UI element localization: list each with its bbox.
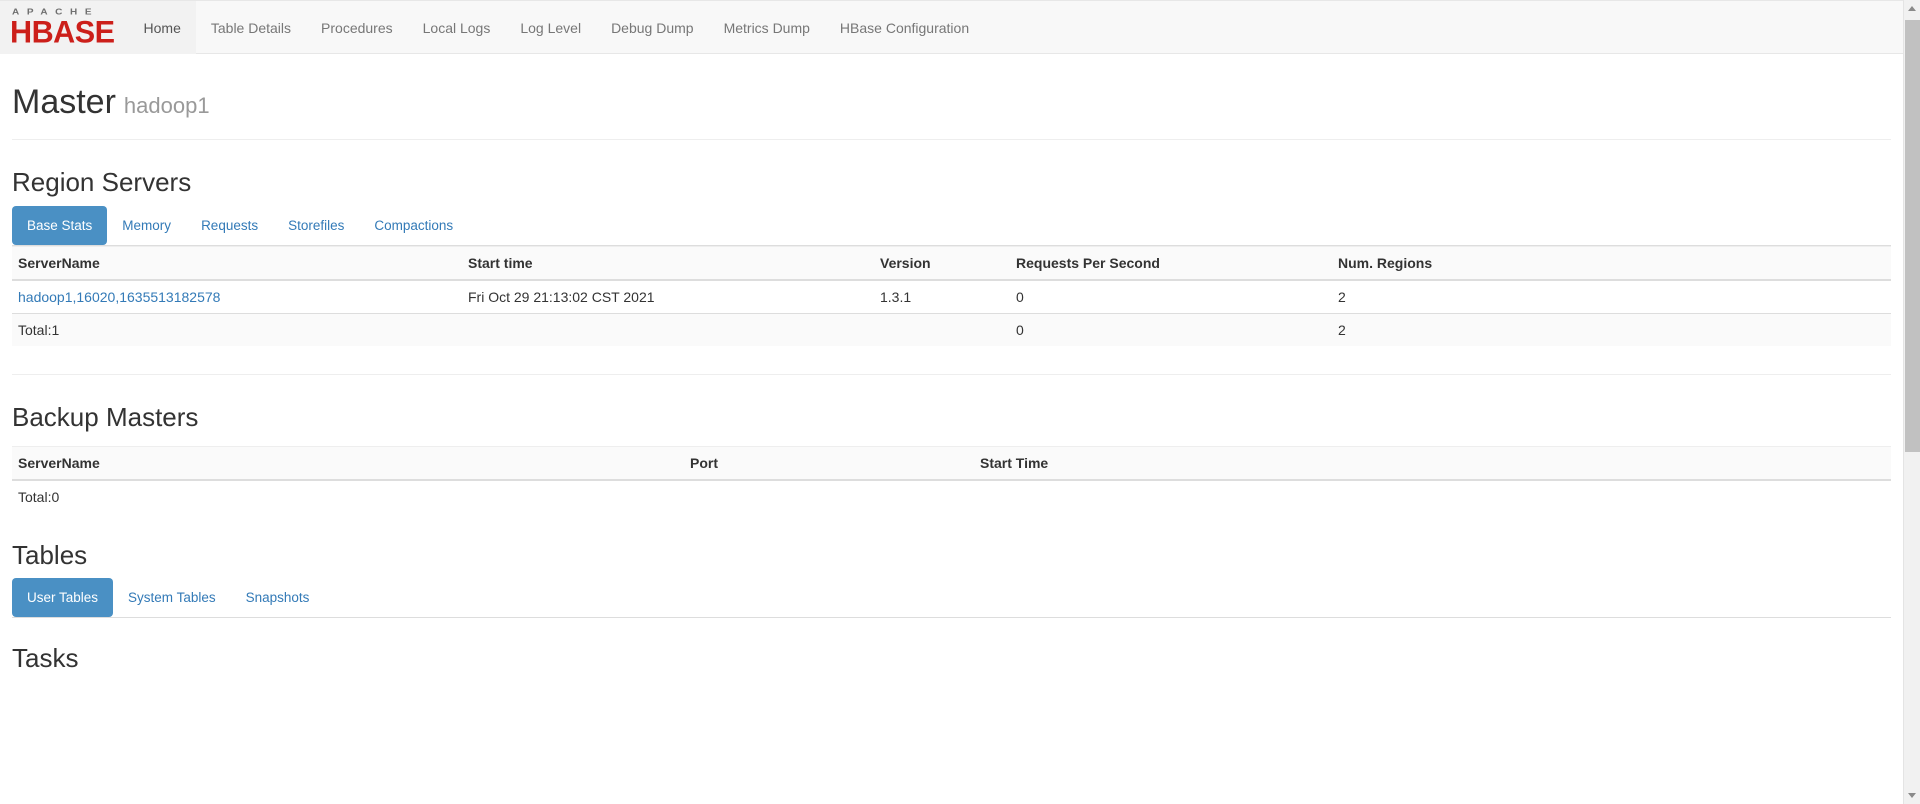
cell-requests-per-second: 0 [1010,279,1332,314]
scrollbar-down-arrow[interactable] [1904,787,1920,804]
nav-item-hbase-configuration[interactable]: HBase Configuration [825,1,984,54]
chevron-up-icon [1908,6,1916,11]
tab-link-snapshots[interactable]: Snapshots [231,578,325,617]
section-divider-1 [12,373,1891,375]
navbar-links: Home Table Details Procedures Local Logs… [128,1,985,54]
page-title-host: hadoop1 [123,93,210,118]
tab-link-memory[interactable]: Memory [107,206,186,245]
tab-snapshots[interactable]: Snapshots [231,578,325,617]
cell-total-version [874,312,1010,346]
table-total-row: Total:0 [12,479,1891,513]
nav-item-table-details[interactable]: Table Details [196,1,306,54]
page-scrollbar[interactable] [1903,0,1920,804]
tab-storefiles[interactable]: Storefiles [273,206,359,245]
region-servers-table-wrapper: ServerName Start time Version Requests P… [12,245,1891,346]
scrollbar-thumb[interactable] [1905,20,1920,452]
col-backup-servername: ServerName [12,445,684,481]
nav-link-procedures[interactable]: Procedures [306,1,408,54]
cell-start-time: Fri Oct 29 21:13:02 CST 2021 [462,279,874,314]
col-num-regions: Num. Regions [1332,245,1891,281]
nav-item-local-logs[interactable]: Local Logs [408,1,506,54]
page-content: Master hadoop1 Region Servers Base Stats … [0,83,1903,674]
table-row: hadoop1,16020,1635513182578 Fri Oct 29 2… [12,279,1891,314]
col-requests-per-second: Requests Per Second [1010,245,1332,281]
nav-item-home[interactable]: Home [128,1,196,54]
col-backup-port: Port [684,445,974,481]
nav-link-metrics-dump[interactable]: Metrics Dump [709,1,825,54]
region-servers-heading: Region Servers [12,167,192,198]
backup-masters-table-body: Total:0 [12,479,1891,513]
chevron-down-icon [1908,793,1916,798]
tab-link-user-tables[interactable]: User Tables [12,578,114,618]
cell-total-label: Total:1 [12,312,462,346]
col-version: Version [874,245,1010,281]
tables-tabs: User Tables System Tables Snapshots [12,578,1891,619]
col-servername: ServerName [12,245,462,281]
tab-base-stats[interactable]: Base Stats [12,205,108,245]
cell-version: 1.3.1 [874,279,1010,314]
hbase-logo-mark: APACHE HBASE [10,8,115,50]
table-header-row: ServerName Start time Version Requests P… [12,245,1891,281]
tab-link-requests[interactable]: Requests [186,206,273,245]
table-total-row: Total:1 0 2 [12,312,1891,346]
tab-user-tables[interactable]: User Tables [12,578,114,618]
nav-item-log-level[interactable]: Log Level [505,1,596,54]
browser-viewport: APACHE HBASE Home Table Details Procedur… [0,0,1920,804]
region-servers-table-body: hadoop1,16020,1635513182578 Fri Oct 29 2… [12,279,1891,346]
cell-backup-total-start-time [974,480,1891,513]
nav-link-home[interactable]: Home [128,1,196,54]
nav-link-local-logs[interactable]: Local Logs [408,1,506,54]
logo-hbase-text: HBASE [10,15,115,50]
tab-link-compactions[interactable]: Compactions [359,206,468,245]
main-navbar: APACHE HBASE Home Table Details Procedur… [0,0,1903,54]
tab-compactions[interactable]: Compactions [359,206,468,245]
table-header-row: ServerName Port Start Time [12,445,1891,481]
tab-link-system-tables[interactable]: System Tables [113,578,231,617]
regionserver-link[interactable]: hadoop1,16020,1635513182578 [18,289,220,305]
tab-requests[interactable]: Requests [186,206,273,245]
tab-link-storefiles[interactable]: Storefiles [273,206,359,245]
region-servers-table: ServerName Start time Version Requests P… [12,245,1891,346]
tab-memory[interactable]: Memory [107,206,186,245]
cell-backup-total-label: Total:0 [12,479,684,513]
tab-link-base-stats[interactable]: Base Stats [12,205,108,245]
region-servers-table-head: ServerName Start time Version Requests P… [12,245,1891,281]
col-backup-start-time: Start Time [974,445,1891,481]
nav-link-table-details[interactable]: Table Details [196,1,306,54]
nav-link-hbase-configuration[interactable]: HBase Configuration [825,1,984,54]
scrollbar-up-arrow[interactable] [1904,0,1920,17]
nav-link-log-level[interactable]: Log Level [505,1,596,54]
nav-item-metrics-dump[interactable]: Metrics Dump [709,1,825,54]
cell-backup-total-port [684,480,974,513]
cell-num-regions: 2 [1332,279,1891,314]
cell-servername: hadoop1,16020,1635513182578 [12,279,462,314]
page-title: Master hadoop1 [12,83,1891,141]
tables-heading: Tables [12,539,88,570]
cell-total-num-regions: 2 [1332,312,1891,346]
backup-masters-table-head: ServerName Port Start Time [12,445,1891,481]
backup-masters-heading: Backup Masters [12,401,199,432]
tab-system-tables[interactable]: System Tables [113,578,231,617]
nav-item-debug-dump[interactable]: Debug Dump [596,1,709,54]
nav-item-procedures[interactable]: Procedures [306,1,408,54]
col-start-time: Start time [462,245,874,281]
backup-masters-table: ServerName Port Start Time Total:0 [12,445,1891,513]
cell-total-start-time [462,312,874,346]
region-servers-tabs: Base Stats Memory Requests Storefiles Co… [12,205,1891,246]
tasks-heading: Tasks [12,643,79,674]
hbase-logo[interactable]: APACHE HBASE [0,1,129,54]
cell-total-requests-per-second: 0 [1010,312,1332,346]
nav-link-debug-dump[interactable]: Debug Dump [596,1,709,54]
page-title-main: Master [12,83,116,121]
